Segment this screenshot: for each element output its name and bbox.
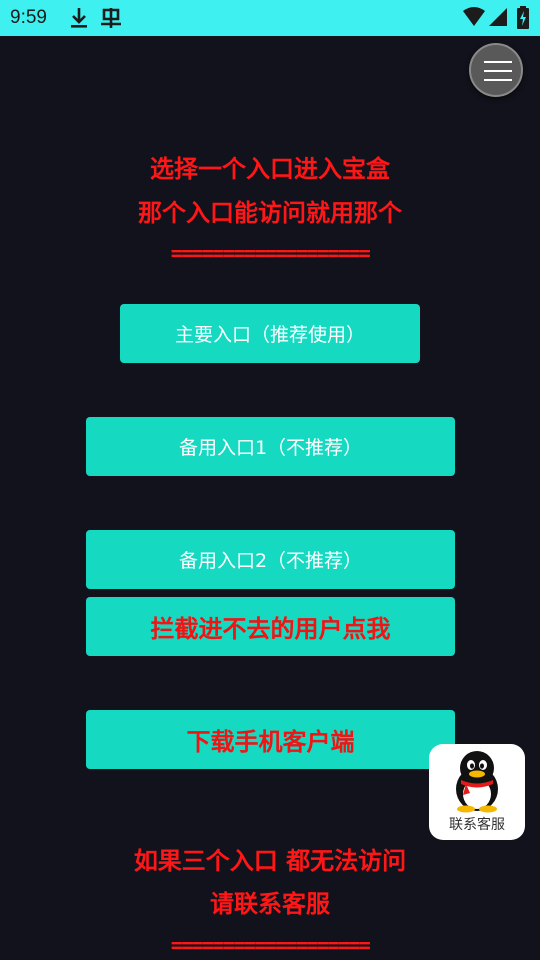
blocked-users-label: 拦截进不去的用户点我: [150, 615, 391, 643]
backup-entry-1-label: 备用入口1（不推荐）: [178, 437, 363, 459]
backup-entry-1-button[interactable]: 备用入口1（不推荐）: [86, 417, 455, 476]
blocked-users-button[interactable]: 拦截进不去的用户点我: [86, 597, 455, 656]
download-client-label: 下载手机客户端: [186, 728, 355, 756]
battery-icon: [516, 6, 530, 34]
backup-entry-2-button[interactable]: 备用入口2（不推荐）: [86, 530, 455, 589]
signal-icon: [488, 6, 508, 32]
download-client-button[interactable]: 下载手机客户端: [86, 710, 455, 769]
footer-line-2: 请联系客服: [210, 890, 330, 918]
app-notification-icon: [98, 6, 124, 34]
wifi-icon: [462, 6, 486, 32]
top-divider: ===================: [170, 241, 371, 265]
primary-entry-button[interactable]: 主要入口（推荐使用）: [120, 304, 420, 363]
footer-line-1: 如果三个入口 都无法访问: [133, 847, 407, 875]
status-time: 9:59: [10, 7, 47, 28]
backup-entry-2-label: 备用入口2（不推荐）: [178, 550, 363, 572]
qq-penguin-icon: [456, 751, 498, 813]
primary-entry-label: 主要入口（推荐使用）: [174, 324, 365, 346]
status-bar: 9:59: [0, 0, 540, 36]
contact-support-label: 联系客服: [449, 817, 505, 833]
bottom-divider: ===================: [170, 933, 371, 957]
menu-button[interactable]: [469, 43, 523, 97]
download-icon: [68, 6, 90, 34]
instruction-line-2: 那个入口能访问就用那个: [138, 199, 402, 227]
instruction-line-1: 选择一个入口进入宝盒: [150, 155, 390, 183]
contact-support-button[interactable]: 联系客服: [429, 744, 525, 840]
